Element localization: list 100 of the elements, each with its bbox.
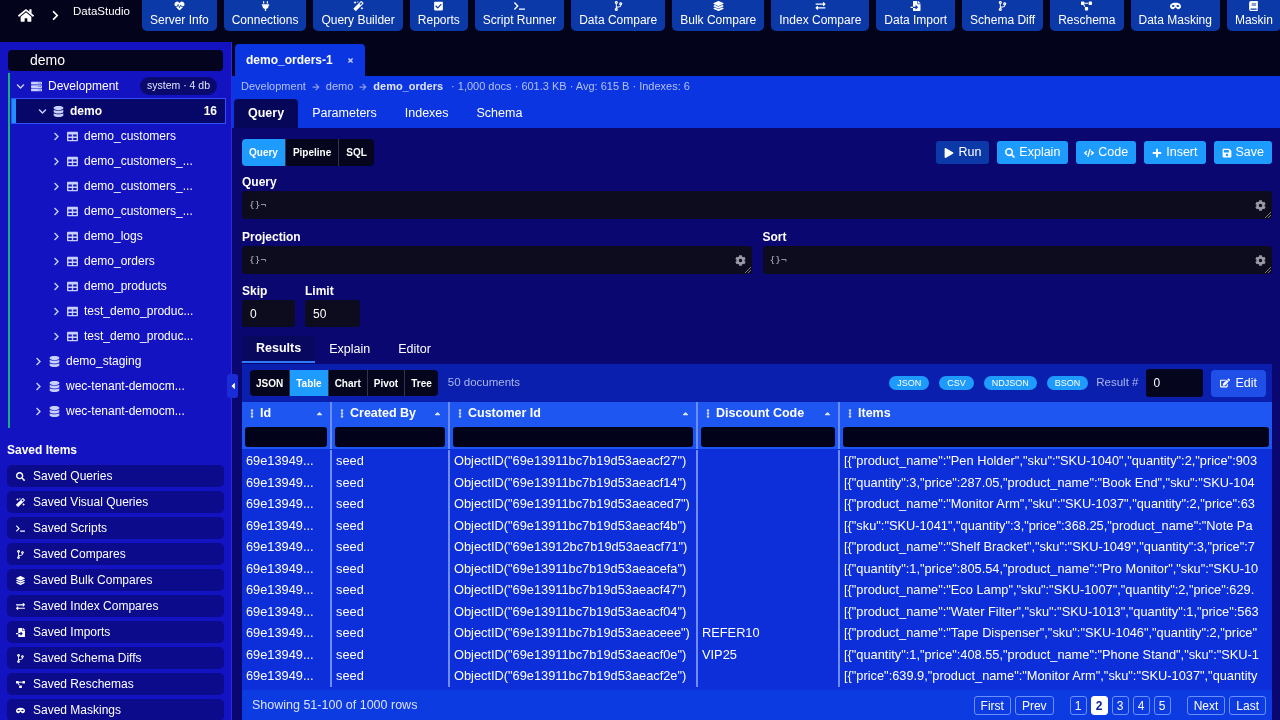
page-button[interactable]: 5 — [1153, 695, 1171, 715]
tab[interactable]: Results — [242, 336, 316, 363]
tree-item[interactable]: Development system · 4 db — [12, 74, 225, 98]
tab[interactable]: Query — [234, 99, 299, 128]
saved-item[interactable]: Saved Bulk Compares — [7, 569, 224, 591]
chevron-right-icon[interactable] — [34, 406, 43, 416]
tab[interactable]: Indexes — [390, 99, 463, 128]
nav-button[interactable]: Query Builder — [313, 0, 403, 31]
settings-icon[interactable] — [734, 254, 746, 266]
document-tab[interactable]: demo_orders-1 — [235, 44, 365, 76]
nav-button[interactable]: Data Masking — [1130, 0, 1220, 31]
chevron-down-icon[interactable] — [16, 81, 25, 91]
breadcrumb-item[interactable]: demo_orders — [373, 78, 444, 95]
view-toggle[interactable]: Pivot — [366, 370, 405, 396]
nav-button[interactable]: Data Import — [876, 0, 956, 31]
drag-handle-icon[interactable] — [458, 409, 462, 418]
tree-item[interactable]: test_demo_produc... — [12, 324, 225, 348]
pagination-button[interactable]: Last — [1229, 695, 1266, 715]
resize-grip-icon[interactable] — [1265, 267, 1271, 273]
chevron-right-icon[interactable] — [52, 281, 61, 291]
column-header[interactable]: Id — [242, 402, 330, 425]
nav-button[interactable]: Script Runner — [474, 0, 565, 31]
action-button[interactable]: Run — [936, 141, 990, 164]
chevron-down-icon[interactable] — [38, 106, 47, 116]
pagination-button[interactable]: First — [973, 695, 1011, 715]
drag-handle-icon[interactable] — [848, 409, 852, 418]
saved-item[interactable]: Saved Reschemas — [7, 673, 224, 695]
pagination-button[interactable]: Prev — [1014, 695, 1054, 715]
filter-field[interactable] — [335, 427, 445, 447]
page-button[interactable]: 1 — [1069, 695, 1087, 715]
view-toggle[interactable]: JSON — [250, 370, 290, 396]
chevron-right-icon[interactable] — [52, 256, 61, 266]
breadcrumb-item[interactable]: demo — [325, 78, 354, 95]
view-toggle[interactable]: Tree — [404, 370, 438, 396]
code-field[interactable]: {}¬ — [242, 246, 752, 274]
filter-field[interactable] — [843, 427, 1269, 447]
close-icon[interactable] — [346, 56, 354, 64]
sort-ascending-icon[interactable] — [681, 409, 690, 418]
page-button[interactable]: 3 — [1111, 695, 1129, 715]
search-field[interactable]: demo — [8, 50, 223, 71]
tab[interactable]: Explain — [315, 336, 385, 363]
nav-button[interactable]: Maskin — [1226, 0, 1280, 31]
chevron-right-icon[interactable] — [52, 231, 61, 241]
chevron-right-icon[interactable] — [52, 156, 61, 166]
mode-toggle[interactable]: Pipeline — [284, 139, 339, 166]
tree-item[interactable]: demo_customers_... — [12, 174, 225, 198]
nav-button[interactable]: Reschema — [1050, 0, 1124, 31]
input-field[interactable]: 0 — [242, 300, 295, 327]
saved-item[interactable]: Saved Imports — [7, 621, 224, 643]
view-toggle[interactable]: Chart — [327, 370, 367, 396]
chevron-right-icon[interactable] — [34, 356, 43, 366]
drag-handle-icon[interactable] — [250, 409, 254, 418]
filter-field[interactable] — [245, 427, 327, 447]
settings-icon[interactable] — [1255, 199, 1266, 211]
collapse-sidebar-button[interactable] — [227, 374, 238, 398]
settings-icon[interactable] — [1255, 254, 1266, 266]
tab[interactable]: Schema — [462, 99, 537, 128]
home-button[interactable] — [18, 7, 34, 23]
chevron-right-icon[interactable] — [52, 306, 61, 316]
tree-item[interactable]: wec-tenant-democm... — [12, 399, 225, 423]
tree-item[interactable]: demo_orders — [12, 249, 225, 273]
tree-item[interactable]: demo_customers_... — [12, 199, 225, 223]
chevron-right-icon[interactable] — [52, 206, 61, 216]
saved-item[interactable]: Saved Scripts — [7, 517, 224, 539]
tree-item[interactable]: demo_customers_... — [12, 149, 225, 173]
sort-ascending-icon[interactable] — [315, 409, 324, 418]
chevron-right-icon[interactable] — [34, 381, 43, 391]
resize-grip-icon[interactable] — [1265, 212, 1271, 218]
tree-item[interactable]: demo_products — [12, 274, 225, 298]
saved-item[interactable]: Saved Index Compares — [7, 595, 224, 617]
resize-grip-icon[interactable] — [744, 267, 751, 273]
nav-button[interactable]: Data Compare — [571, 0, 666, 31]
tree-item[interactable]: demo_logs — [12, 224, 225, 248]
saved-item[interactable]: Saved Compares — [7, 543, 224, 565]
tab[interactable]: Parameters — [298, 99, 391, 128]
chevron-right-icon[interactable] — [52, 131, 61, 141]
code-field[interactable]: {}¬ — [762, 246, 1272, 274]
chevron-right-icon[interactable] — [52, 331, 61, 341]
mode-toggle[interactable]: SQL — [338, 139, 374, 166]
tab[interactable]: Editor — [384, 336, 445, 363]
code-field[interactable]: {}¬ — [242, 191, 1272, 219]
input-field[interactable]: 50 — [305, 300, 360, 327]
sort-ascending-icon[interactable] — [433, 409, 442, 418]
edit-button[interactable]: Edit — [1211, 369, 1266, 397]
saved-item[interactable]: Saved Maskings — [7, 699, 224, 720]
nav-button[interactable]: Schema Diff — [962, 0, 1044, 31]
chevron-right-icon[interactable] — [52, 181, 61, 191]
nav-button[interactable]: Index Compare — [771, 0, 870, 31]
tree-item[interactable]: demo_customers — [12, 124, 225, 148]
nav-button[interactable]: Bulk Compare — [672, 0, 765, 31]
input-field[interactable]: 0 — [1146, 369, 1204, 397]
pagination-button[interactable]: Next — [1186, 695, 1226, 715]
tree-item[interactable]: demo 16 — [12, 99, 225, 123]
breadcrumb-item[interactable]: Development — [241, 78, 306, 95]
filter-field[interactable] — [453, 427, 693, 447]
page-button[interactable]: 2 — [1090, 695, 1108, 715]
sort-ascending-icon[interactable] — [823, 409, 832, 418]
drag-handle-icon[interactable] — [706, 409, 710, 418]
saved-item[interactable]: Saved Schema Diffs — [7, 647, 224, 669]
page-button[interactable]: 4 — [1132, 695, 1150, 715]
